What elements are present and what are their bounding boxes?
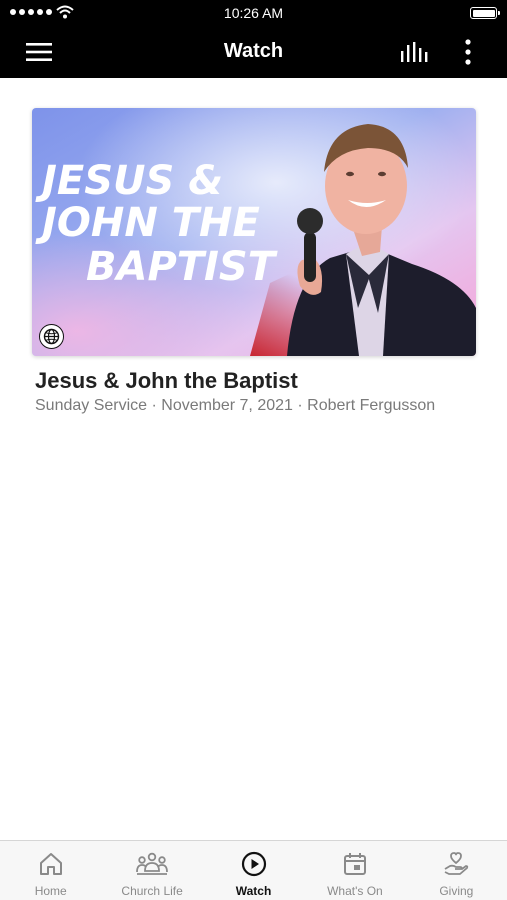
hamburger-menu-icon[interactable] [24, 40, 54, 64]
tab-label-home: Home [34, 884, 67, 898]
thumbnail-text-line-2: JOHN THE [35, 200, 260, 246]
more-options-icon[interactable] [458, 38, 478, 66]
status-time: 10:26 AM [223, 5, 284, 21]
tab-church-life[interactable]: Church Life [101, 841, 202, 900]
home-icon [39, 853, 62, 875]
video-meta: Sunday Service · November 7, 2021 · Robe… [35, 397, 436, 414]
battery-icon [470, 7, 500, 19]
status-bar: 10:26 AM [0, 0, 507, 26]
hand-heart-icon [444, 852, 469, 875]
tab-label-whats-on: What's On [327, 884, 383, 898]
video-card[interactable]: JESUS & JOHN THE BAPTIST [32, 108, 476, 356]
video-thumbnail: JESUS & JOHN THE BAPTIST [32, 108, 476, 356]
audio-levels-icon[interactable] [399, 40, 431, 64]
tab-watch[interactable]: Watch [203, 841, 304, 900]
top-nav-bar: Watch [0, 26, 507, 78]
tab-giving[interactable]: Giving [406, 841, 507, 900]
thumbnail-text-line-3: BAPTIST [86, 244, 278, 290]
tab-label-church-life: Church Life [121, 884, 183, 898]
tab-whats-on[interactable]: What's On [304, 841, 405, 900]
thumbnail-text-line-1: JESUS & [35, 158, 223, 204]
video-title[interactable]: Jesus & John the Baptist [35, 368, 298, 394]
tab-home[interactable]: Home [0, 841, 101, 900]
calendar-icon [343, 853, 366, 875]
bottom-tab-bar: Home Church Life Watch What's On Giving [0, 840, 507, 900]
people-icon [136, 852, 169, 875]
play-circle-icon [241, 851, 266, 877]
tab-label-watch: Watch [235, 884, 272, 898]
tab-label-giving: Giving [439, 884, 474, 898]
globe-icon [39, 324, 64, 349]
